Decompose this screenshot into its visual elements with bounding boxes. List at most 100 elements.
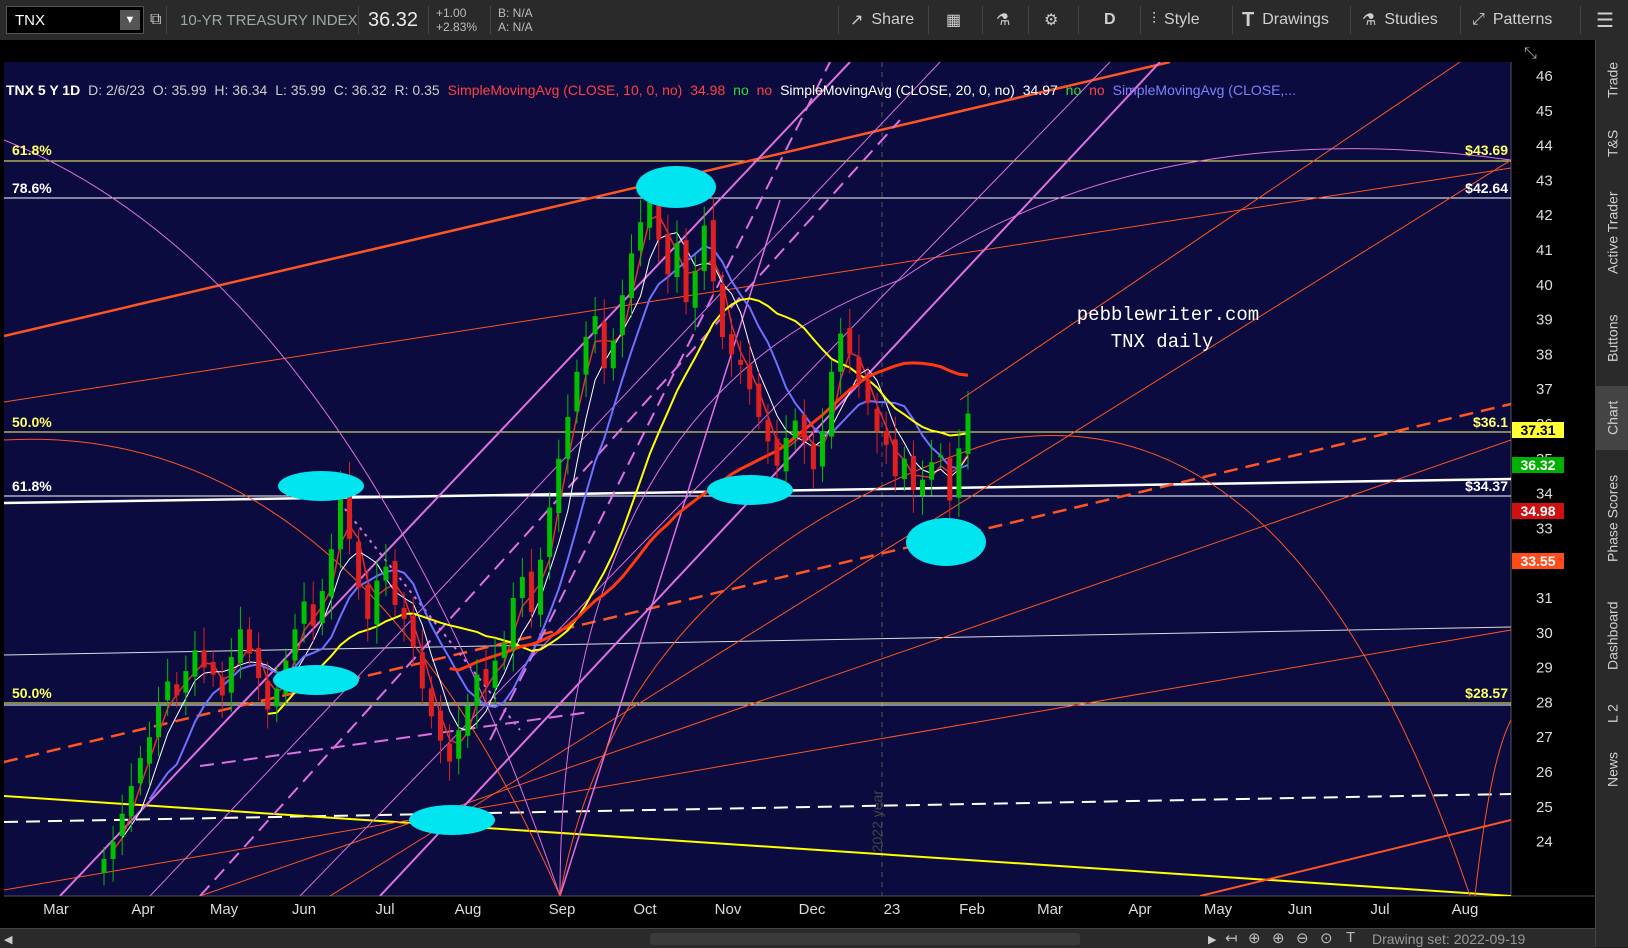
tab-level-2[interactable]: L 2	[1596, 694, 1628, 734]
chevron-down-icon[interactable]: ▼	[120, 10, 140, 30]
candle-body	[183, 671, 189, 693]
x-tick-label: Oct	[633, 901, 657, 918]
share-button[interactable]: ↗ Share	[850, 0, 914, 40]
scroll-left-icon[interactable]: ◀	[4, 933, 12, 946]
price-badge-sma-yellow: 37.31	[1512, 422, 1564, 438]
period-button[interactable]: D	[1104, 0, 1116, 40]
share-label: Share	[871, 11, 915, 28]
y-tick-label: 43	[1536, 172, 1553, 189]
candle-body	[483, 668, 489, 685]
candle-body	[292, 629, 298, 661]
zoom-fit-icon[interactable]: ⊙	[1320, 929, 1333, 947]
sma20-value: 34.97	[1022, 82, 1058, 98]
zoom-out-icon[interactable]: ⊖	[1296, 929, 1309, 947]
candle-body	[547, 507, 553, 557]
sma10-label[interactable]: SimpleMovingAvg (CLOSE, 10, 0, no)	[448, 82, 683, 98]
y-tick-label: 45	[1536, 103, 1553, 120]
patterns-button[interactable]: ⤢ Patterns	[1472, 0, 1552, 40]
sma20-label[interactable]: SimpleMovingAvg (CLOSE, 20, 0, no)	[780, 82, 1015, 98]
candle-body	[865, 379, 871, 404]
candle-body	[829, 371, 835, 437]
sma20-flag: no	[1065, 82, 1082, 98]
sma3-label[interactable]: SimpleMovingAvg (CLOSE,...	[1113, 82, 1296, 98]
candle-body	[174, 684, 180, 696]
menu-icon[interactable]: ☰	[1596, 0, 1614, 40]
candle-body	[410, 616, 416, 647]
fib-price: $36.1	[1473, 414, 1508, 430]
candle-body	[847, 327, 853, 355]
drawings-button[interactable]: T Drawings	[1242, 0, 1329, 40]
pan-left-icon[interactable]: ↤	[1225, 929, 1238, 947]
tab-trade[interactable]: Trade	[1596, 50, 1628, 110]
flask-icon[interactable]: ⚗	[996, 0, 1010, 40]
y-tick-label: 40	[1536, 277, 1553, 294]
candle-body	[128, 785, 134, 817]
tab-time-and-sales[interactable]: T&S	[1596, 118, 1628, 168]
price-badge-last: 36.32	[1512, 457, 1564, 473]
zoom-in-icon[interactable]: ⊕	[1272, 929, 1285, 947]
drawing-set-label[interactable]: Drawing set: 2022-09-19	[1372, 931, 1525, 947]
symbol-input[interactable]: TNX ▼	[6, 6, 144, 34]
tab-news[interactable]: News	[1596, 742, 1628, 796]
candle-body	[783, 437, 789, 472]
price-chart[interactable]: 2022 year 61.8% 78.6% 50.0% 61.8% 50.0% …	[0, 40, 1595, 930]
link-icon[interactable]: ⧉	[150, 0, 161, 40]
sma10-flag: no	[756, 82, 773, 98]
tab-dashboard[interactable]: Dashboard	[1596, 586, 1628, 686]
candle-body	[319, 591, 325, 624]
last-price: 36.32	[368, 8, 419, 31]
gear-icon[interactable]: ⚙	[1044, 0, 1058, 40]
crosshair-icon[interactable]: ⊕	[1248, 929, 1261, 947]
tab-buttons[interactable]: Buttons	[1596, 298, 1628, 378]
chart-scrollbar[interactable]: ◀ ▶ ↤ ⊕ ⊕ ⊖ ⊙ T Drawing set: 2022-09-19	[0, 928, 1595, 948]
x-tick-label: May	[1204, 901, 1233, 918]
candle-body	[201, 650, 207, 668]
x-tick-label: Nov	[715, 901, 742, 918]
candle-body	[538, 559, 544, 615]
study-legend: TNX 5 Y 1D D: 2/6/23 O: 35.99 H: 36.34 L…	[6, 82, 1300, 100]
sma20-flag: no	[1089, 82, 1105, 98]
ask: A: N/A	[498, 20, 533, 34]
candle-body	[119, 813, 125, 837]
candle-body	[465, 705, 471, 736]
candle-body	[101, 859, 107, 873]
candle-body	[683, 240, 689, 303]
bar-close: C: 36.32	[333, 82, 387, 98]
chart-area[interactable]: 2022 year 61.8% 78.6% 50.0% 61.8% 50.0% …	[0, 40, 1595, 945]
candle-body	[738, 359, 744, 365]
candle-body	[492, 660, 498, 688]
candle-body	[601, 321, 607, 369]
y-tick-label: 29	[1536, 660, 1553, 677]
style-button[interactable]: ⫶ Style	[1152, 0, 1200, 40]
x-tick-label: 23	[884, 901, 901, 918]
x-tick-label: Feb	[959, 901, 985, 918]
highlight-ellipse	[636, 166, 716, 208]
candle-body	[237, 629, 243, 663]
index-name: 10-YR TREASURY INDEX	[180, 11, 358, 29]
tab-active-trader[interactable]: Active Trader	[1596, 175, 1628, 290]
sma10-flag: no	[733, 82, 749, 98]
grid-icon[interactable]: ▦	[946, 0, 961, 40]
candle-body	[719, 284, 725, 337]
candle-body	[265, 680, 271, 710]
share-icon: ↗	[850, 12, 864, 29]
studies-button[interactable]: ⚗ Studies	[1362, 0, 1438, 40]
scroll-thumb[interactable]	[650, 933, 1080, 945]
y-tick-label: 39	[1536, 312, 1553, 329]
fib-label: 50.0%	[12, 414, 52, 430]
bid-ask: B: N/A A: N/A	[498, 6, 533, 34]
y-tick-label: 24	[1536, 834, 1553, 851]
candle-body	[874, 408, 880, 431]
candle-body	[710, 220, 716, 282]
text-tool-icon[interactable]: T	[1346, 929, 1355, 946]
candle-body	[574, 371, 580, 412]
x-tick-label: Jun	[292, 901, 316, 918]
drawing-tool-icon[interactable]: ⤡	[1524, 43, 1537, 62]
tab-phase-scores[interactable]: Phase Scores	[1596, 458, 1628, 578]
scroll-right-icon[interactable]: ▶	[1208, 933, 1216, 946]
candle-body	[428, 688, 434, 717]
tab-chart[interactable]: Chart	[1596, 386, 1628, 450]
patterns-label: Patterns	[1492, 11, 1553, 28]
style-label: Style	[1164, 11, 1200, 28]
y-tick-label: 26	[1536, 764, 1553, 781]
